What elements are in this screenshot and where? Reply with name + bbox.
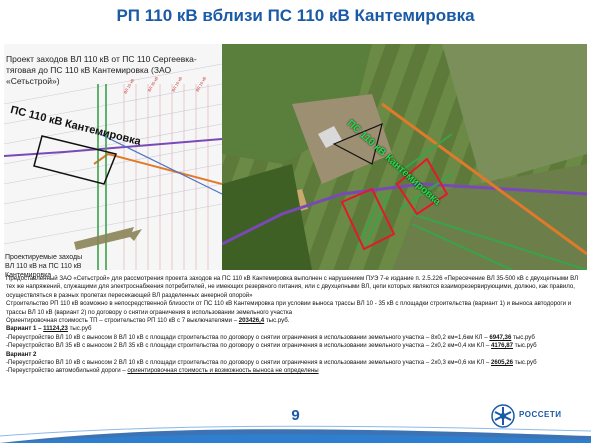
variant2-item-2-value: ориентировочная стоимость и возможность … (127, 367, 319, 375)
variant2-item-2: -Переустройство автомобильной дороги – о… (6, 367, 586, 375)
variant1-item-1: -Переустройство ВЛ 10 кВ с выносом 8 ВЛ … (6, 334, 586, 342)
variant2-item-2-text: -Переустройство автомобильной дороги – (6, 367, 128, 375)
satellite-image (222, 44, 587, 270)
variant1-title: Вариант 1 – (6, 325, 44, 333)
variant1-item-1-text: -Переустройство ВЛ 10 кВ с выносом 8 ВЛ … (6, 333, 490, 341)
variant2-item-1-unit: тыс.руб (513, 359, 537, 367)
variant1-item-2-text: -Переустройство ВЛ 35 кВ с выносом 2 ВЛ … (6, 342, 492, 350)
cost-paragraph: Ориентировочная стоимость ТП – строитель… (6, 317, 586, 325)
variant2-item-1: -Переустройство ВЛ 10 кВ с выносом 2 ВЛ … (6, 359, 586, 367)
variant2-heading: Вариант 2 (6, 350, 37, 358)
variant1-heading: Вариант 1 – 11124,23 тыс.руб (6, 325, 586, 333)
project-description: Проект заходов ВЛ 110 кВ от ПС 110 Серге… (6, 54, 197, 86)
variant1-unit: тыс.руб (67, 325, 92, 333)
cost-label: Ориентировочная стоимость ТП – строитель… (6, 317, 239, 325)
satellite-graphics (222, 44, 587, 270)
violation-paragraph: Предоставленный ЗАО «Сетьстрой» для расс… (6, 275, 579, 299)
footer-stripes (0, 425, 591, 443)
variant1-item-2-value: 4176,87 (491, 342, 514, 350)
cost-value: 203426,4 (238, 317, 265, 325)
variant1-item-2: -Переустройство ВЛ 35 кВ с выносом 2 ВЛ … (6, 342, 586, 350)
variant1-item-1-unit: тыс.руб (511, 333, 535, 341)
cost-unit: тыс.руб. (264, 317, 290, 325)
variant1-value: 11124,23 (43, 325, 68, 333)
rosseti-logo-text: РОССЕТИ (519, 410, 562, 419)
description-text: Предоставленный ЗАО «Сетьстрой» для расс… (6, 275, 586, 376)
variant2-item-1-text: -Переустройство ВЛ 10 кВ с выносом 2 ВЛ … (6, 359, 492, 367)
variant1-item-2-unit: тыс.руб (513, 342, 537, 350)
construction-paragraph: Строительство РП 110 кВ возможно в непос… (6, 300, 572, 316)
slide-title: РП 110 кВ вблизи ПС 110 кВ Кантемировка (116, 6, 475, 25)
variant1-item-1-value: 6947,36 (489, 333, 512, 341)
variant2-item-1-value: 2605,26 (491, 359, 514, 367)
